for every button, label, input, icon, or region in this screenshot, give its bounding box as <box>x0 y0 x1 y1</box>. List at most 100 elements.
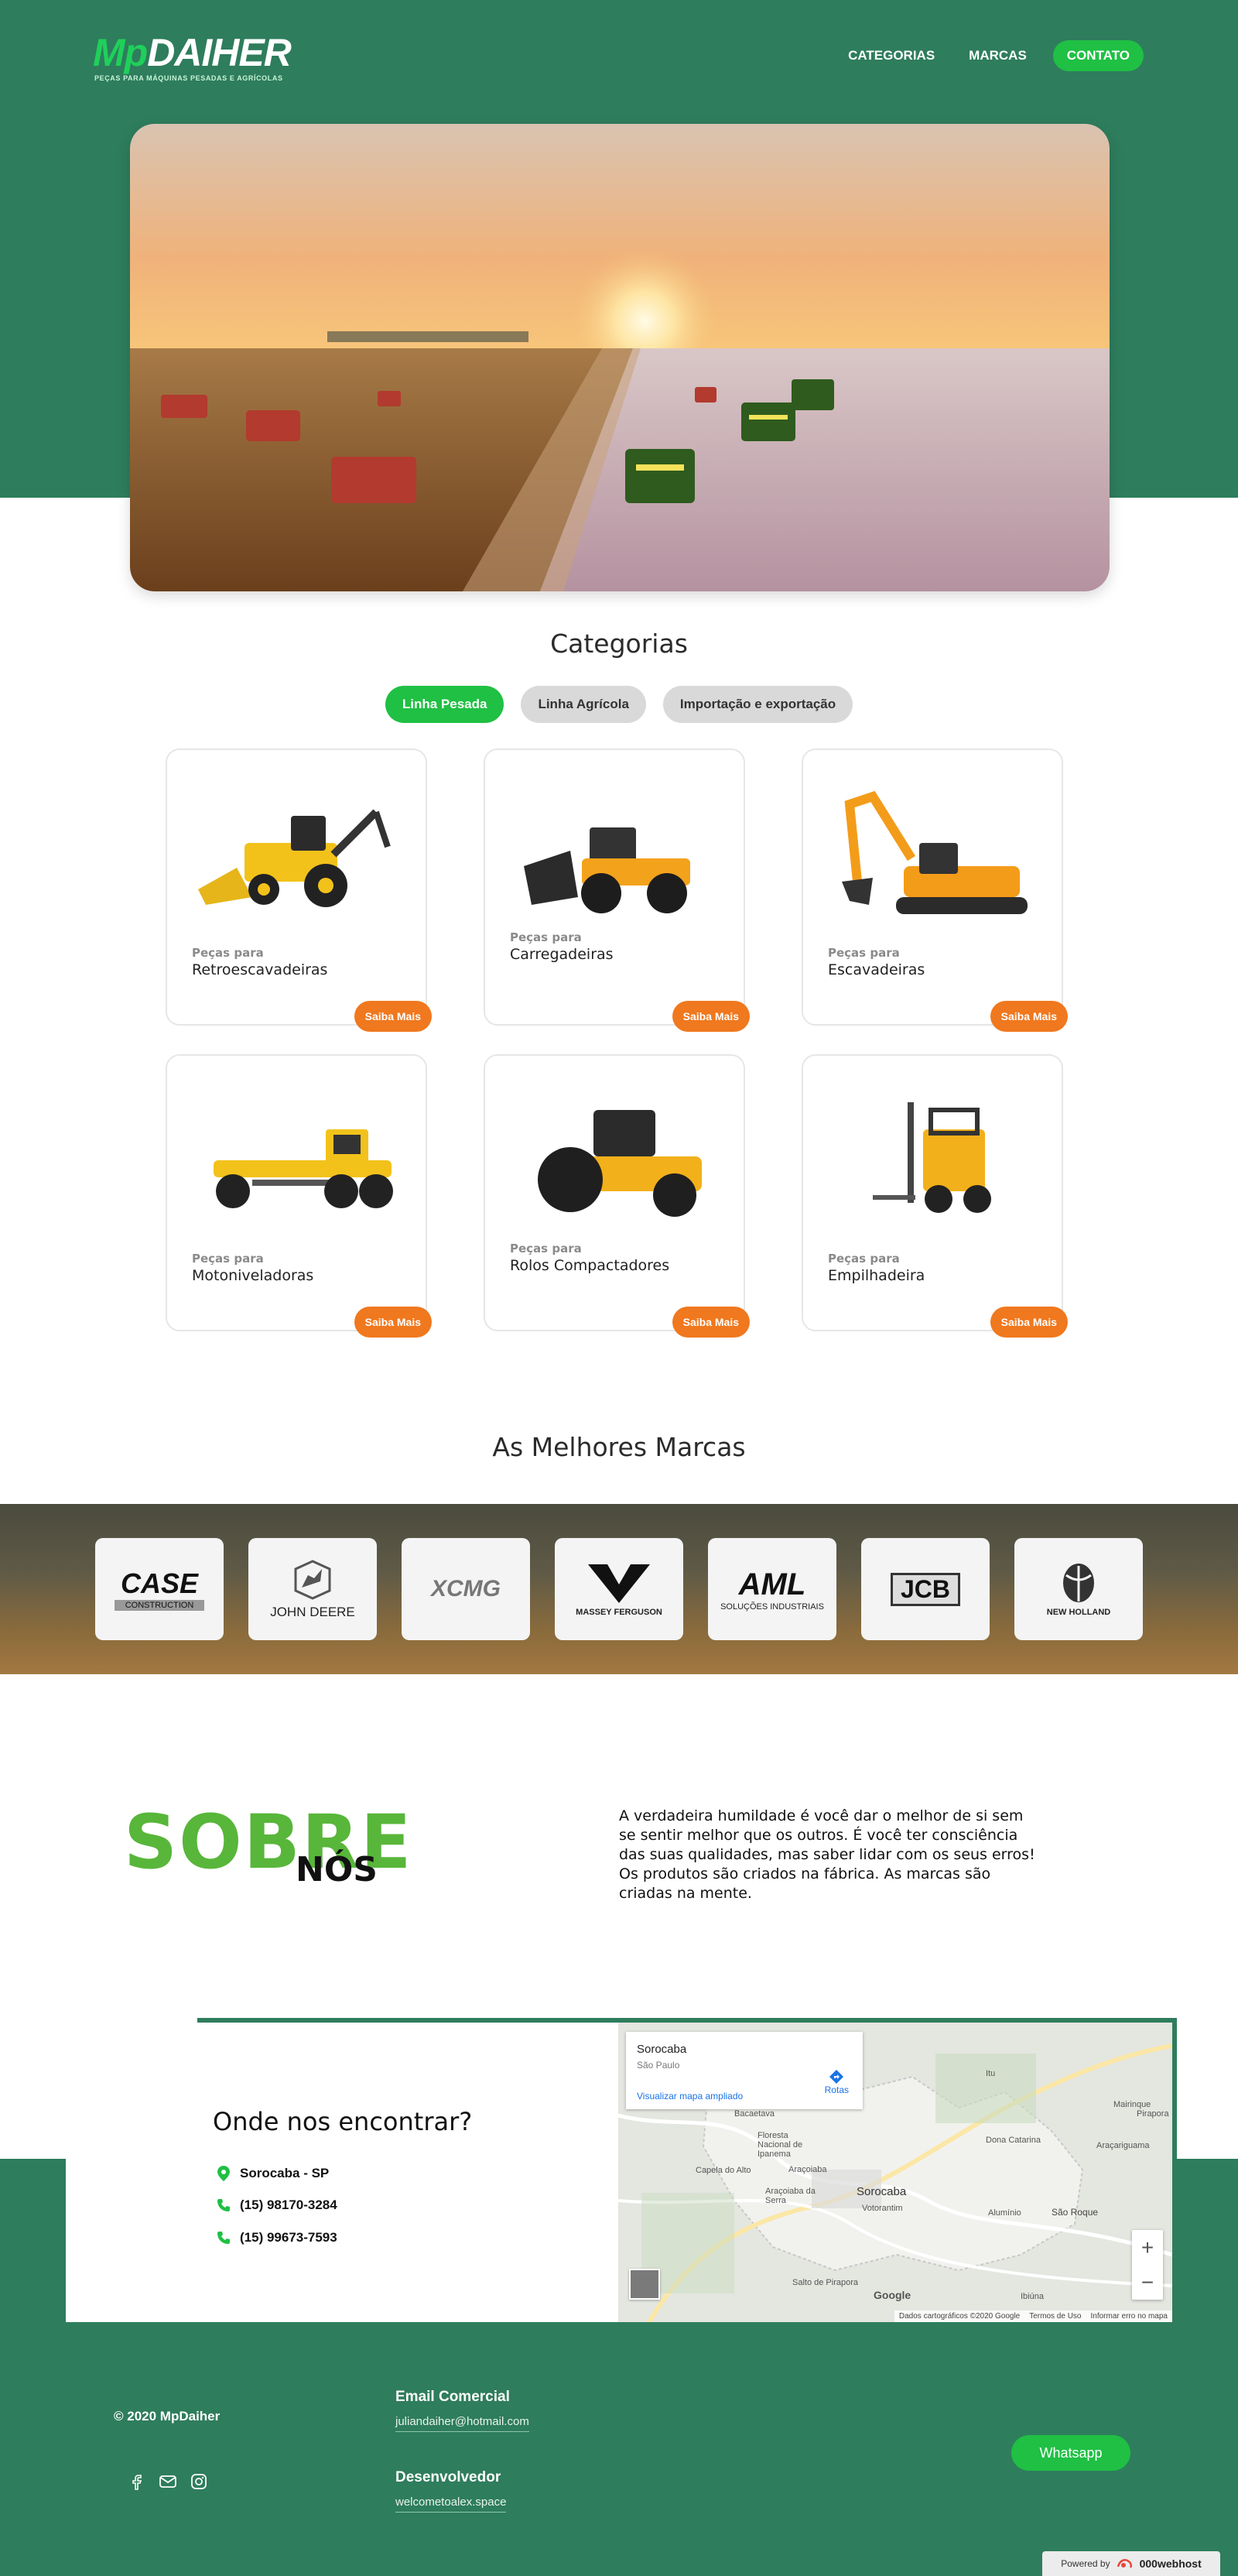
saiba-mais-button[interactable]: Saiba Mais <box>672 1001 750 1032</box>
social-icons <box>128 2472 208 2491</box>
category-card-escavadeiras[interactable]: Peças para Escavadeiras Saiba Mais <box>802 748 1068 1032</box>
map-label: Salto de Pirapora <box>792 2278 858 2287</box>
deer-icon <box>294 1560 331 1600</box>
satellite-toggle[interactable] <box>629 2269 660 2300</box>
about-paragraph-1: A verdadeira humildade é você dar o melh… <box>619 1807 1035 1863</box>
card-title: Empilhadeira <box>828 1267 925 1284</box>
backhoe-image <box>198 809 391 907</box>
brand-logos: CASE CONSTRUCTION JOHN DEERE XCMG MASSEY… <box>95 1538 1143 1640</box>
map-info-box: Sorocaba São Paulo Visualizar mapa ampli… <box>626 2032 863 2109</box>
saiba-mais-button[interactable]: Saiba Mais <box>990 1001 1068 1032</box>
phone-icon <box>217 2232 230 2244</box>
brand-sub: CONSTRUCTION <box>114 1600 205 1611</box>
nav-categorias[interactable]: CATEGORIAS <box>840 48 942 63</box>
map-label: Araçoiaba da Serra <box>765 2187 816 2205</box>
brand-logo-xcmg[interactable]: XCMG <box>402 1538 530 1640</box>
facebook-icon[interactable] <box>128 2472 146 2491</box>
brand-name: XCMG <box>431 1576 501 1601</box>
instagram-icon[interactable] <box>190 2472 208 2491</box>
map-data-credit: Dados cartográficos ©2020 Google <box>898 2312 1021 2321</box>
nav-contato-button[interactable]: CONTATO <box>1052 40 1144 71</box>
new-holland-leaf-icon <box>1063 1564 1094 1602</box>
brand-name: AML <box>738 1567 806 1601</box>
location-phone-2[interactable]: (15) 99673-7593 <box>217 2230 337 2245</box>
map-label: Bacaetava <box>734 2109 775 2119</box>
wheel-loader-image <box>524 827 690 913</box>
map-label: Araçoiaba <box>788 2165 827 2174</box>
map-zoom-controls: + − <box>1132 2230 1163 2300</box>
map-attribution: Dados cartográficos ©2020 Google Termos … <box>894 2311 1172 2322</box>
phone-2-text: (15) 99673-7593 <box>240 2230 337 2245</box>
mail-icon[interactable] <box>159 2472 177 2491</box>
zoom-out-button[interactable]: − <box>1132 2265 1163 2300</box>
excavator-image <box>842 790 1028 914</box>
brands-band: CASE CONSTRUCTION JOHN DEERE XCMG MASSEY… <box>0 1504 1238 1674</box>
zoom-in-button[interactable]: + <box>1132 2230 1163 2265</box>
card-prefix: Peças para <box>192 1252 264 1266</box>
saiba-mais-button[interactable]: Saiba Mais <box>354 1001 432 1032</box>
road-roller-image <box>538 1110 702 1217</box>
map-label: Votorantim <box>862 2204 903 2213</box>
about-title-small: NÓS <box>296 1850 378 1889</box>
brand-logo-jcb[interactable]: JCB <box>861 1538 990 1640</box>
hosting-badge[interactable]: Powered by 000webhost <box>1042 2551 1220 2576</box>
tab-linha-pesada[interactable]: Linha Pesada <box>385 686 504 723</box>
logo-tagline: PEÇAS PARA MÁQUINAS PESADAS E AGRÍCOLAS <box>94 74 283 82</box>
logo-mp: Mp <box>93 31 148 74</box>
location-phone-1[interactable]: (15) 98170-3284 <box>217 2197 337 2213</box>
map-label: Pirapora <box>1137 2109 1169 2119</box>
category-card-empilhadeira[interactable]: Peças para Empilhadeira Saiba Mais <box>802 1054 1068 1338</box>
location-city: Sorocaba - SP <box>217 2165 329 2182</box>
brand-logo-case[interactable]: CASE CONSTRUCTION <box>95 1538 224 1640</box>
tab-linha-agricola[interactable]: Linha Agrícola <box>521 686 646 723</box>
card-prefix: Peças para <box>828 1252 900 1266</box>
directions-link[interactable]: Rotas <box>825 2069 849 2095</box>
categories-title: Categorias <box>550 629 688 659</box>
brand-name: MASSEY FERGUSON <box>576 1608 662 1617</box>
phone-icon <box>217 2199 230 2211</box>
card-title: Carregadeiras <box>510 946 614 963</box>
footer-dev-heading: Desenvolvedor <box>395 2469 501 2485</box>
nav-marcas[interactable]: MARCAS <box>961 48 1035 63</box>
brand-logo-massey-ferguson[interactable]: MASSEY FERGUSON <box>555 1538 683 1640</box>
map-label: Floresta Nacional de Ipanema <box>758 2131 803 2159</box>
logo[interactable]: MpDAIHER PEÇAS PARA MÁQUINAS PESADAS E A… <box>93 29 292 84</box>
view-larger-map-link[interactable]: Visualizar mapa ampliado <box>637 2091 743 2102</box>
brand-name: CASE <box>120 1567 199 1599</box>
map-label: Capela do Alto <box>696 2166 751 2175</box>
map-report-link[interactable]: Informar erro no mapa <box>1091 2312 1168 2321</box>
brand-logo-new-holland[interactable]: NEW HOLLAND <box>1014 1538 1143 1640</box>
map-terms-link[interactable]: Termos de Uso <box>1029 2312 1081 2321</box>
brand-sub: SOLUÇÕES INDUSTRIAIS <box>720 1601 824 1612</box>
hero-image <box>130 124 1110 591</box>
category-card-rolos-compactadores[interactable]: Peças para Rolos Compactadores Saiba Mai… <box>484 1054 750 1338</box>
brand-logo-aml[interactable]: AML SOLUÇÕES INDUSTRIAIS <box>708 1538 836 1640</box>
map-label: Araçariguama <box>1096 2141 1150 2150</box>
whatsapp-button[interactable]: Whatsapp <box>1011 2435 1130 2471</box>
category-card-retroescavadeiras[interactable]: Peças para Retroescavadeiras Saiba Mais <box>166 748 432 1032</box>
tab-importacao-exportacao[interactable]: Importação e exportação <box>662 686 853 723</box>
brand-logo-john-deere[interactable]: JOHN DEERE <box>248 1538 377 1640</box>
map-place-region: São Paulo <box>637 2060 680 2071</box>
about-heading: SOBRE NÓS <box>124 1804 411 1904</box>
category-card-carregadeiras[interactable]: Peças para Carregadeiras Saiba Mais <box>484 748 750 1032</box>
card-prefix: Peças para <box>510 1242 582 1255</box>
harvest-field-illustration <box>130 124 1110 591</box>
directions-icon <box>829 2070 844 2084</box>
footer-dev-link[interactable]: welcometoalex.space <box>395 2496 507 2513</box>
saiba-mais-button[interactable]: Saiba Mais <box>354 1307 432 1338</box>
location-title: Onde nos encontrar? <box>213 2107 473 2136</box>
footer-email-link[interactable]: juliandaiher@hotmail.com <box>395 2415 529 2432</box>
embedded-map[interactable]: Sorocaba Itu Bacaetava Floresta Nacional… <box>618 2023 1172 2322</box>
category-card-motoniveladoras[interactable]: Peças para Motoniveladoras Saiba Mais <box>166 1054 432 1338</box>
brand-name: NEW HOLLAND <box>1046 1608 1111 1617</box>
about-text: A verdadeira humildade é você dar o melh… <box>619 1807 1037 1903</box>
card-prefix: Peças para <box>828 946 900 960</box>
forklift-image <box>873 1102 991 1213</box>
saiba-mais-button[interactable]: Saiba Mais <box>990 1307 1068 1338</box>
host-name: 000webhost <box>1139 2557 1202 2570</box>
location-city-text: Sorocaba - SP <box>240 2166 330 2180</box>
motor-grader-image <box>214 1129 393 1208</box>
directions-label: Rotas <box>824 2084 849 2095</box>
saiba-mais-button[interactable]: Saiba Mais <box>672 1307 750 1338</box>
